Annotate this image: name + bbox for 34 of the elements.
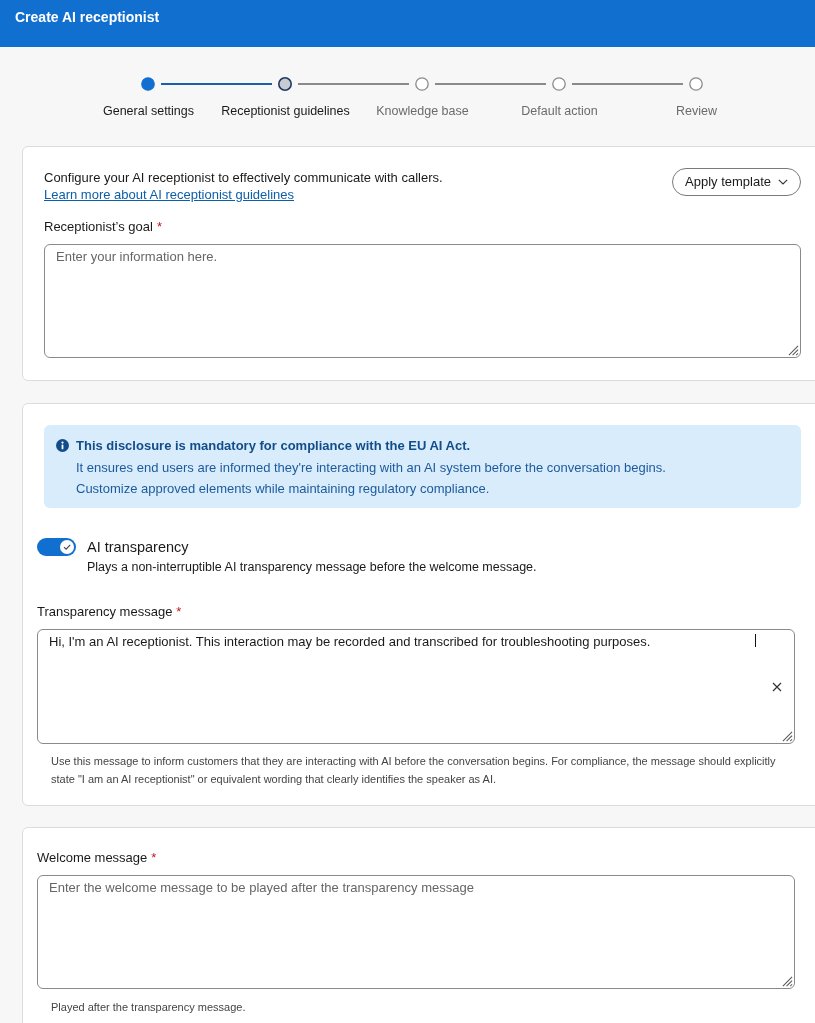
chevron-down-icon xyxy=(778,179,788,185)
required-mark: * xyxy=(151,849,157,866)
apply-template-button[interactable]: Apply template xyxy=(672,168,801,196)
required-mark: * xyxy=(176,603,182,620)
notice-title: This disclosure is mandatory for compliance with the EU AI Act. xyxy=(76,437,472,455)
step-label: General settings xyxy=(103,103,194,119)
page-title: Create AI receptionist xyxy=(15,8,161,26)
step-label: Default action xyxy=(521,103,598,119)
notice-text: It ensures end users are informed they're interacting with an AI system before the conversation begins. xyxy=(76,458,666,477)
required-mark: * xyxy=(156,219,162,235)
close-icon[interactable] xyxy=(772,681,782,692)
field-label: Welcome message xyxy=(37,849,148,866)
goal-field[interactable]: Enter your information here. xyxy=(44,244,801,358)
check-icon xyxy=(60,539,74,554)
notice-text: Customize approved elements while maintaining regulatory compliance. xyxy=(76,480,491,498)
learn-more-link[interactable]: Learn more about AI receptionist guidelines xyxy=(44,187,295,202)
text-cursor xyxy=(755,633,756,647)
step-label: Knowledge base xyxy=(376,103,469,119)
step-label: Receptionist guidelines xyxy=(221,103,350,119)
help-text: Played after the transparency message. xyxy=(50,999,247,1015)
resize-handle-icon[interactable] xyxy=(782,975,793,987)
step-label: Review xyxy=(676,103,717,119)
welcome-message-field[interactable]: Enter the welcome message to be played after the transparency message xyxy=(37,874,795,989)
help-text: Use this message to inform customers that they are interacting with AI before the conversation begins. For compliance, the message should explicitly state "I am an AI receptionist" or equivalent wording that clearly identifies the speaker as AI. xyxy=(50,753,777,787)
field-label: Transparency message xyxy=(37,603,173,620)
resize-handle-icon[interactable] xyxy=(788,345,799,356)
field-label: Receptionist’s goal xyxy=(44,219,153,235)
info-icon xyxy=(56,439,69,452)
resize-handle-icon[interactable] xyxy=(782,730,793,742)
toggle-label: AI transparency xyxy=(87,537,190,556)
transparency-message-field[interactable]: Hi, I'm an AI receptionist. This interaction may be recorded and transcribed for troubleshooting purposes. xyxy=(37,628,795,744)
intro-text: Configure your AI receptionist to effectively communicate with callers. Learn more about AI receptionist guidelines xyxy=(44,169,444,203)
ai-transparency-toggle[interactable] xyxy=(37,537,76,556)
toggle-description: Plays a non-interruptible AI transparency message before the welcome message. xyxy=(87,558,537,575)
